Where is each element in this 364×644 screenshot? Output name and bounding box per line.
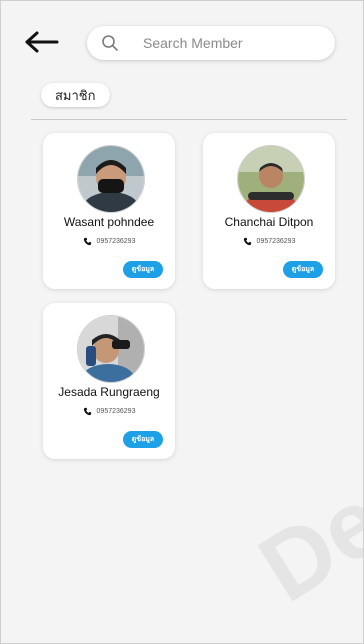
- divider: [31, 119, 347, 120]
- member-card[interactable]: Jesada Rungraeng 0957236293 ดูข้อมูล: [43, 303, 175, 459]
- search-bar[interactable]: [87, 26, 335, 60]
- member-name: Jesada Rungraeng: [58, 385, 160, 399]
- member-name: Wasant pohndee: [63, 215, 155, 229]
- view-info-button[interactable]: ดูข้อมูล: [283, 261, 323, 278]
- phone-icon: [243, 237, 251, 246]
- view-info-button[interactable]: ดูข้อมูล: [123, 431, 163, 448]
- members-tab-chip[interactable]: สมาชิก: [41, 83, 110, 107]
- watermark: Dep: [241, 435, 364, 623]
- phone-icon: [83, 237, 91, 246]
- avatar: [77, 145, 145, 213]
- phone-number: 0957236293: [256, 238, 296, 245]
- member-phone: 0957236293: [43, 407, 175, 416]
- member-phone: 0957236293: [203, 237, 335, 246]
- app-frame: สมาชิก Wasant pohndee 0957236293 ดูข้อมู…: [0, 0, 364, 644]
- view-info-button[interactable]: ดูข้อมูล: [123, 261, 163, 278]
- phone-number: 0957236293: [96, 408, 136, 415]
- avatar: [237, 145, 305, 213]
- phone-number: 0957236293: [96, 238, 136, 245]
- search-input[interactable]: [141, 34, 325, 52]
- member-phone: 0957236293: [43, 237, 175, 246]
- search-icon: [101, 33, 121, 53]
- member-card[interactable]: Wasant pohndee 0957236293 ดูข้อมูล: [43, 133, 175, 289]
- back-button[interactable]: [23, 27, 61, 57]
- avatar: [77, 315, 145, 383]
- member-card[interactable]: Chanchai Ditpon 0957236293 ดูข้อมูล: [203, 133, 335, 289]
- member-name: Chanchai Ditpon: [224, 215, 314, 229]
- phone-icon: [83, 407, 91, 416]
- arrow-left-icon: [25, 31, 59, 53]
